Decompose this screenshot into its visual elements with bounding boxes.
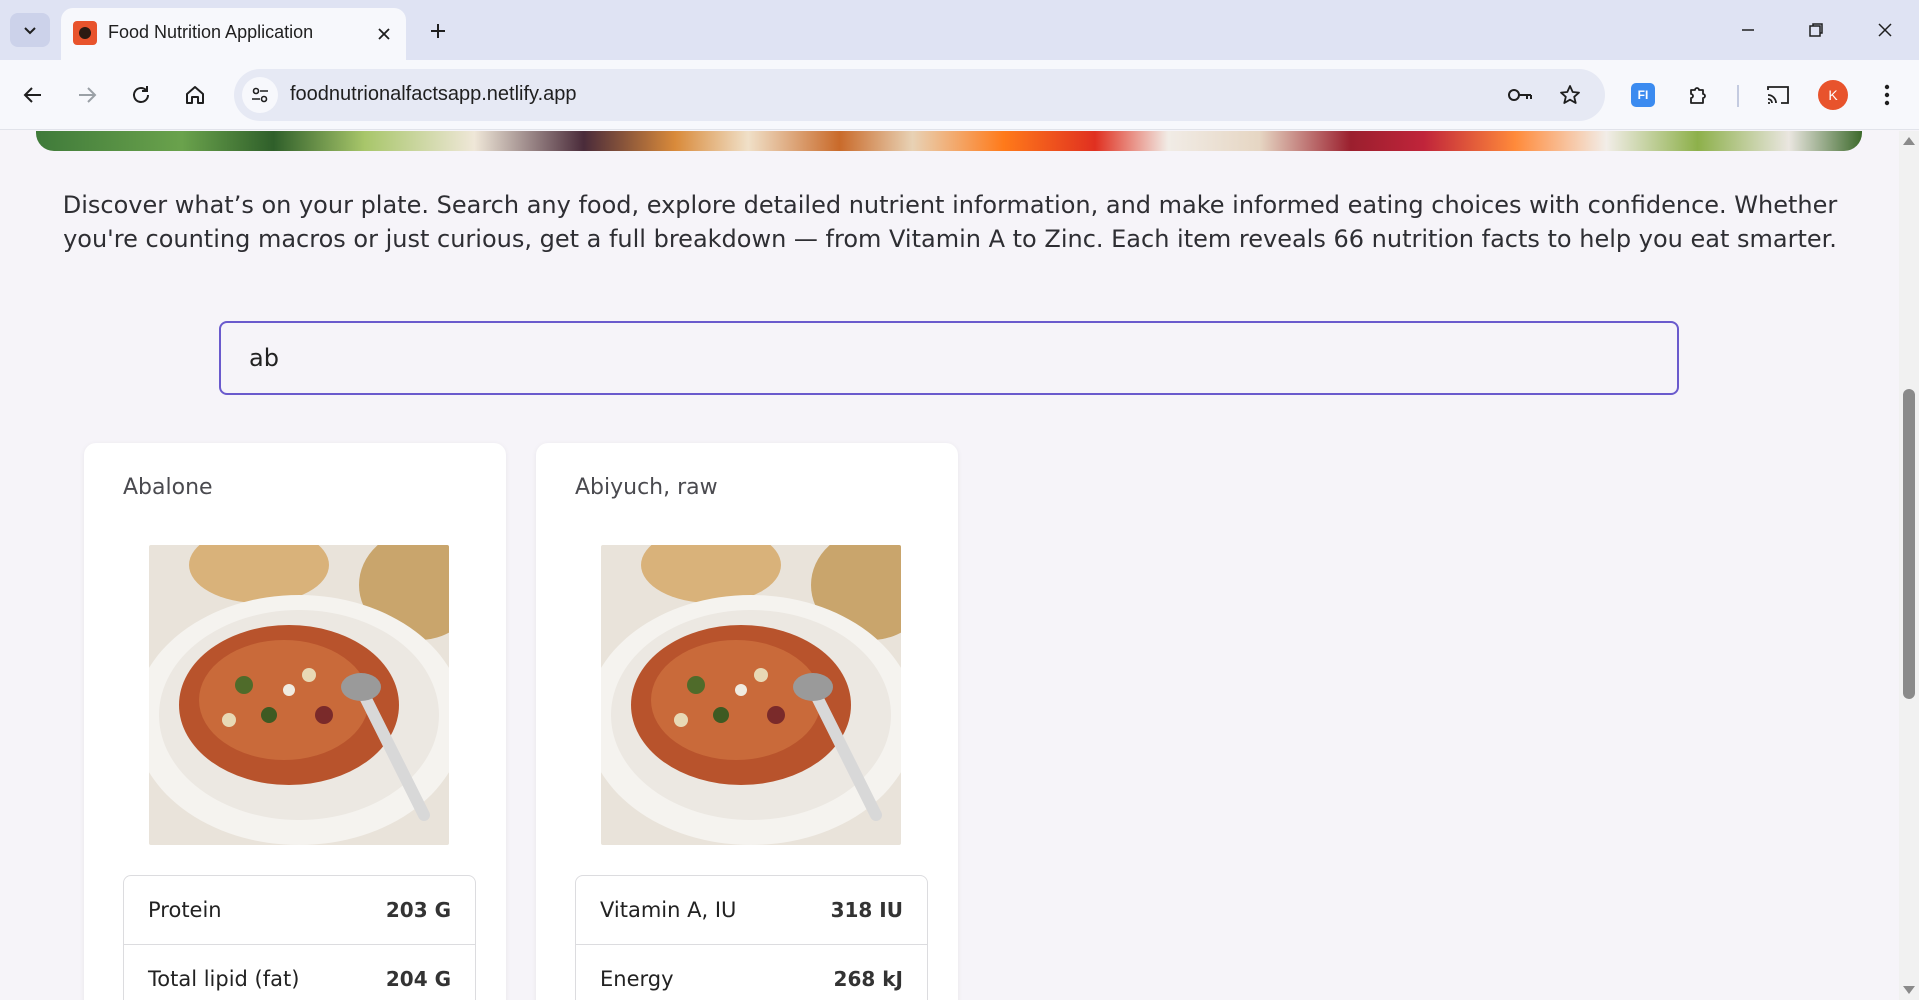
- scroll-up-icon[interactable]: [1903, 137, 1915, 145]
- url-text[interactable]: foodnutrionalfactsapp.netlify.app: [290, 83, 577, 106]
- minimize-icon: [1742, 29, 1754, 31]
- tune-icon: [252, 87, 268, 103]
- active-tab[interactable]: Food Nutrition Application: [61, 8, 406, 60]
- page-content: Discover what’s on your plate. Search an…: [0, 131, 1899, 1000]
- restore-icon: [1809, 23, 1823, 37]
- site-info-button[interactable]: [242, 77, 278, 113]
- back-button[interactable]: [13, 75, 53, 115]
- plus-icon: [431, 24, 445, 38]
- nutrient-value: 204 G: [385, 966, 451, 991]
- tab-favicon-icon: [73, 21, 97, 45]
- extension-fi-icon: FI: [1631, 83, 1655, 107]
- nutrient-label: Protein: [148, 898, 222, 922]
- nutrient-row: Protein 203 G: [124, 876, 475, 944]
- nutrient-list: Vitamin A, IU 318 IU Energy 268 kJ: [575, 875, 928, 1000]
- restore-button[interactable]: [1782, 0, 1850, 60]
- food-name: Abalone: [123, 475, 213, 500]
- nutrient-label: Total lipid (fat): [148, 966, 300, 991]
- browser-toolbar: foodnutrionalfactsapp.netlify.app FI K: [0, 60, 1919, 130]
- close-window-button[interactable]: [1851, 0, 1919, 60]
- food-image: [601, 545, 901, 845]
- arrow-left-icon: [23, 87, 41, 103]
- extensions-button[interactable]: [1679, 75, 1719, 115]
- tab-close-button[interactable]: [370, 20, 398, 48]
- close-icon: [1878, 23, 1892, 37]
- home-button[interactable]: [175, 75, 215, 115]
- address-bar[interactable]: foodnutrionalfactsapp.netlify.app: [234, 69, 1605, 121]
- reload-icon: [133, 86, 149, 103]
- food-card[interactable]: Abalone Protein 203 G Total lipid (fat) …: [84, 443, 506, 1000]
- nutrient-value: 268 kJ: [833, 966, 903, 991]
- bookmark-button[interactable]: [1552, 77, 1588, 113]
- page-scrollbar[interactable]: [1899, 131, 1919, 1000]
- nutrient-label: Vitamin A, IU: [600, 898, 737, 922]
- puzzle-icon: [1690, 87, 1706, 104]
- cast-button[interactable]: [1758, 75, 1798, 115]
- food-search-input[interactable]: [219, 321, 1679, 395]
- forward-button[interactable]: [67, 75, 107, 115]
- nutrient-row: Vitamin A, IU 318 IU: [576, 876, 927, 944]
- nutrient-value: 318 IU: [830, 898, 903, 922]
- star-icon: [1560, 85, 1580, 104]
- food-name: Abiyuch, raw: [575, 475, 718, 500]
- extension-fi-button[interactable]: FI: [1623, 75, 1663, 115]
- profile-button[interactable]: K: [1813, 75, 1853, 115]
- home-icon: [186, 86, 204, 104]
- new-tab-button[interactable]: [420, 13, 456, 49]
- scrollbar-thumb[interactable]: [1903, 389, 1915, 699]
- minimize-button[interactable]: [1714, 0, 1782, 60]
- nutrient-value: 203 G: [385, 898, 451, 922]
- toolbar-divider: [1737, 85, 1739, 107]
- nutrient-list: Protein 203 G Total lipid (fat) 204 G: [123, 875, 476, 1000]
- password-key-button[interactable]: [1502, 77, 1538, 113]
- tab-search-button[interactable]: [10, 13, 50, 47]
- nutrient-row: Total lipid (fat) 204 G: [124, 944, 475, 1000]
- cast-icon: [1767, 86, 1789, 104]
- intro-text: Discover what’s on your plate. Search an…: [62, 191, 1838, 253]
- menu-button[interactable]: [1867, 75, 1907, 115]
- food-image: [149, 545, 449, 845]
- more-vertical-icon: [1884, 84, 1890, 106]
- nutrient-row: Energy 268 kJ: [576, 944, 927, 1000]
- food-card[interactable]: Abiyuch, raw Vitamin A, IU 318 IU Energy…: [536, 443, 958, 1000]
- tab-strip: Food Nutrition Application: [0, 0, 1919, 60]
- close-icon: [378, 28, 390, 40]
- hero-banner-image: [36, 131, 1862, 151]
- reload-button[interactable]: [121, 75, 161, 115]
- scroll-down-icon[interactable]: [1903, 986, 1915, 994]
- chevron-down-icon: [24, 27, 36, 35]
- nutrient-label: Energy: [600, 966, 674, 991]
- tab-title: Food Nutrition Application: [108, 22, 314, 42]
- arrow-right-icon: [79, 87, 97, 103]
- avatar: K: [1818, 80, 1848, 110]
- key-icon: [1508, 89, 1532, 101]
